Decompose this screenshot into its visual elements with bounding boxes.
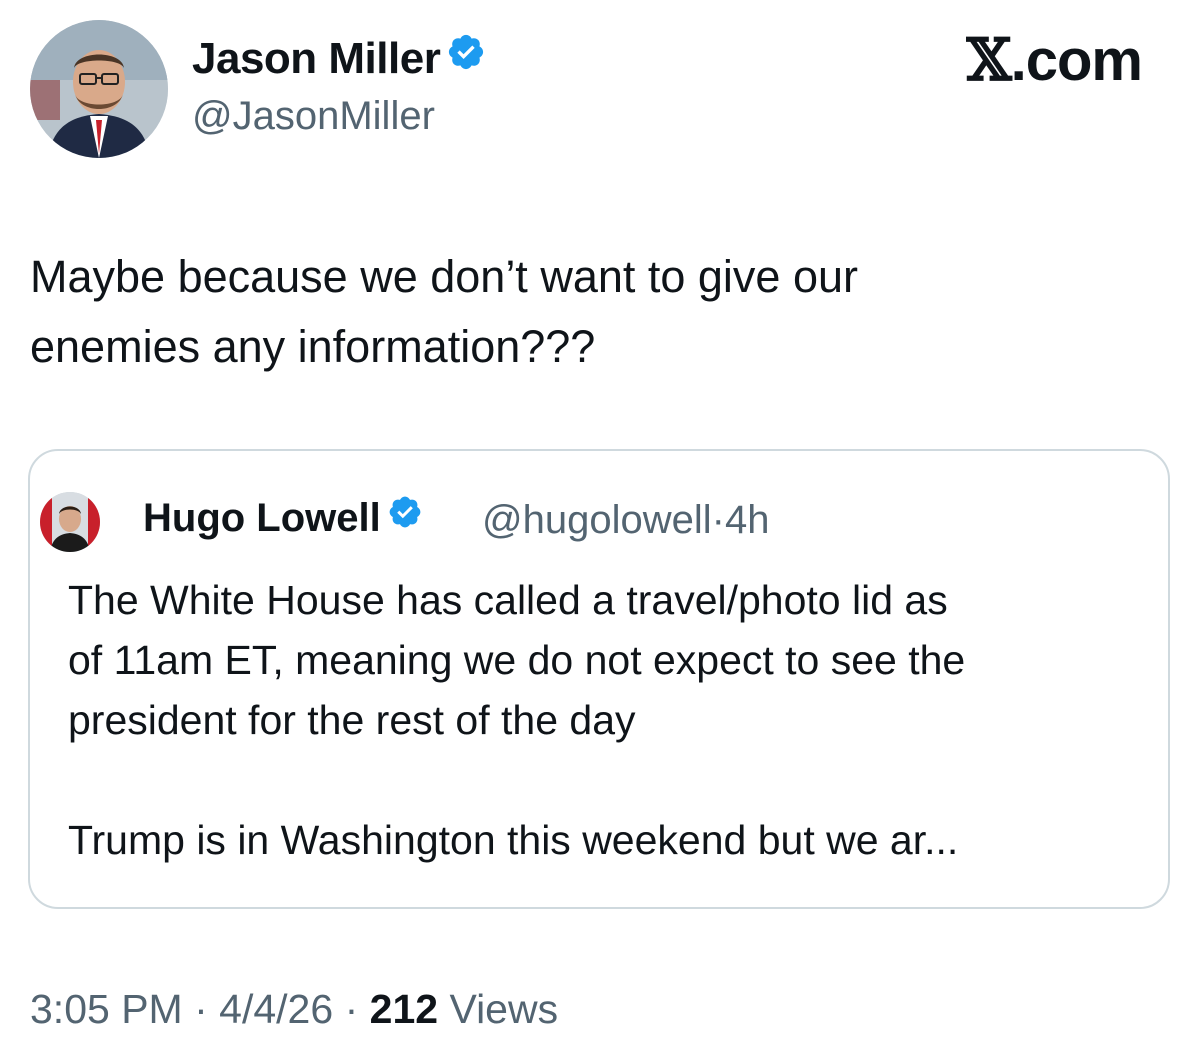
quote-author-avatar[interactable] — [40, 492, 100, 552]
author-name[interactable]: Jason Miller — [192, 34, 486, 87]
views-label: Views — [449, 986, 559, 1032]
author-handle[interactable]: @JasonMiller — [192, 94, 435, 139]
verified-badge-icon — [446, 32, 486, 83]
tweet-date[interactable]: 4/4/26 — [219, 986, 333, 1032]
brand-logo: 𝕏.com — [966, 26, 1143, 94]
tweet-meta: 3:05 PM · 4/4/26 · 212 Views — [30, 986, 558, 1033]
quote-text: The White House has called a travel/phot… — [68, 570, 1148, 870]
quote-author-meta: @hugolowell·4h — [482, 498, 769, 543]
meta-separator: · — [344, 986, 359, 1032]
brand-domain: .com — [1010, 28, 1143, 93]
tweet-line: Maybe because we don’t want to give our — [30, 251, 858, 302]
views-count: 212 — [369, 986, 439, 1032]
quote-paragraph: Trump is in Washington this weekend but … — [68, 817, 959, 863]
quote-line: of 11am ET, meaning we do not expect to … — [68, 637, 966, 683]
x-logo-icon: 𝕏 — [966, 26, 1012, 94]
author-avatar-image — [30, 20, 168, 158]
quote-paragraph: The White House has called a travel/phot… — [68, 570, 1148, 750]
quote-author-handle[interactable]: @hugolowell — [482, 498, 712, 542]
quote-line: president for the rest of the day — [68, 697, 636, 743]
quote-line: The White House has called a travel/phot… — [68, 577, 948, 623]
meta-separator: · — [194, 986, 208, 1032]
tweet-line: enemies any information??? — [30, 321, 596, 372]
tweet-text: Maybe because we don’t want to give our … — [30, 242, 1150, 382]
quote-timestamp[interactable]: 4h — [725, 498, 770, 542]
quote-separator: · — [711, 498, 725, 542]
tweet-time[interactable]: 3:05 PM — [30, 986, 183, 1032]
author-avatar[interactable] — [30, 20, 168, 158]
quote-author-name-text: Hugo Lowell — [143, 496, 381, 540]
quote-author-name[interactable]: Hugo Lowell — [143, 496, 423, 543]
author-name-text: Jason Miller — [192, 34, 441, 83]
quote-author-avatar-image — [40, 492, 100, 552]
verified-badge-icon — [387, 494, 423, 540]
